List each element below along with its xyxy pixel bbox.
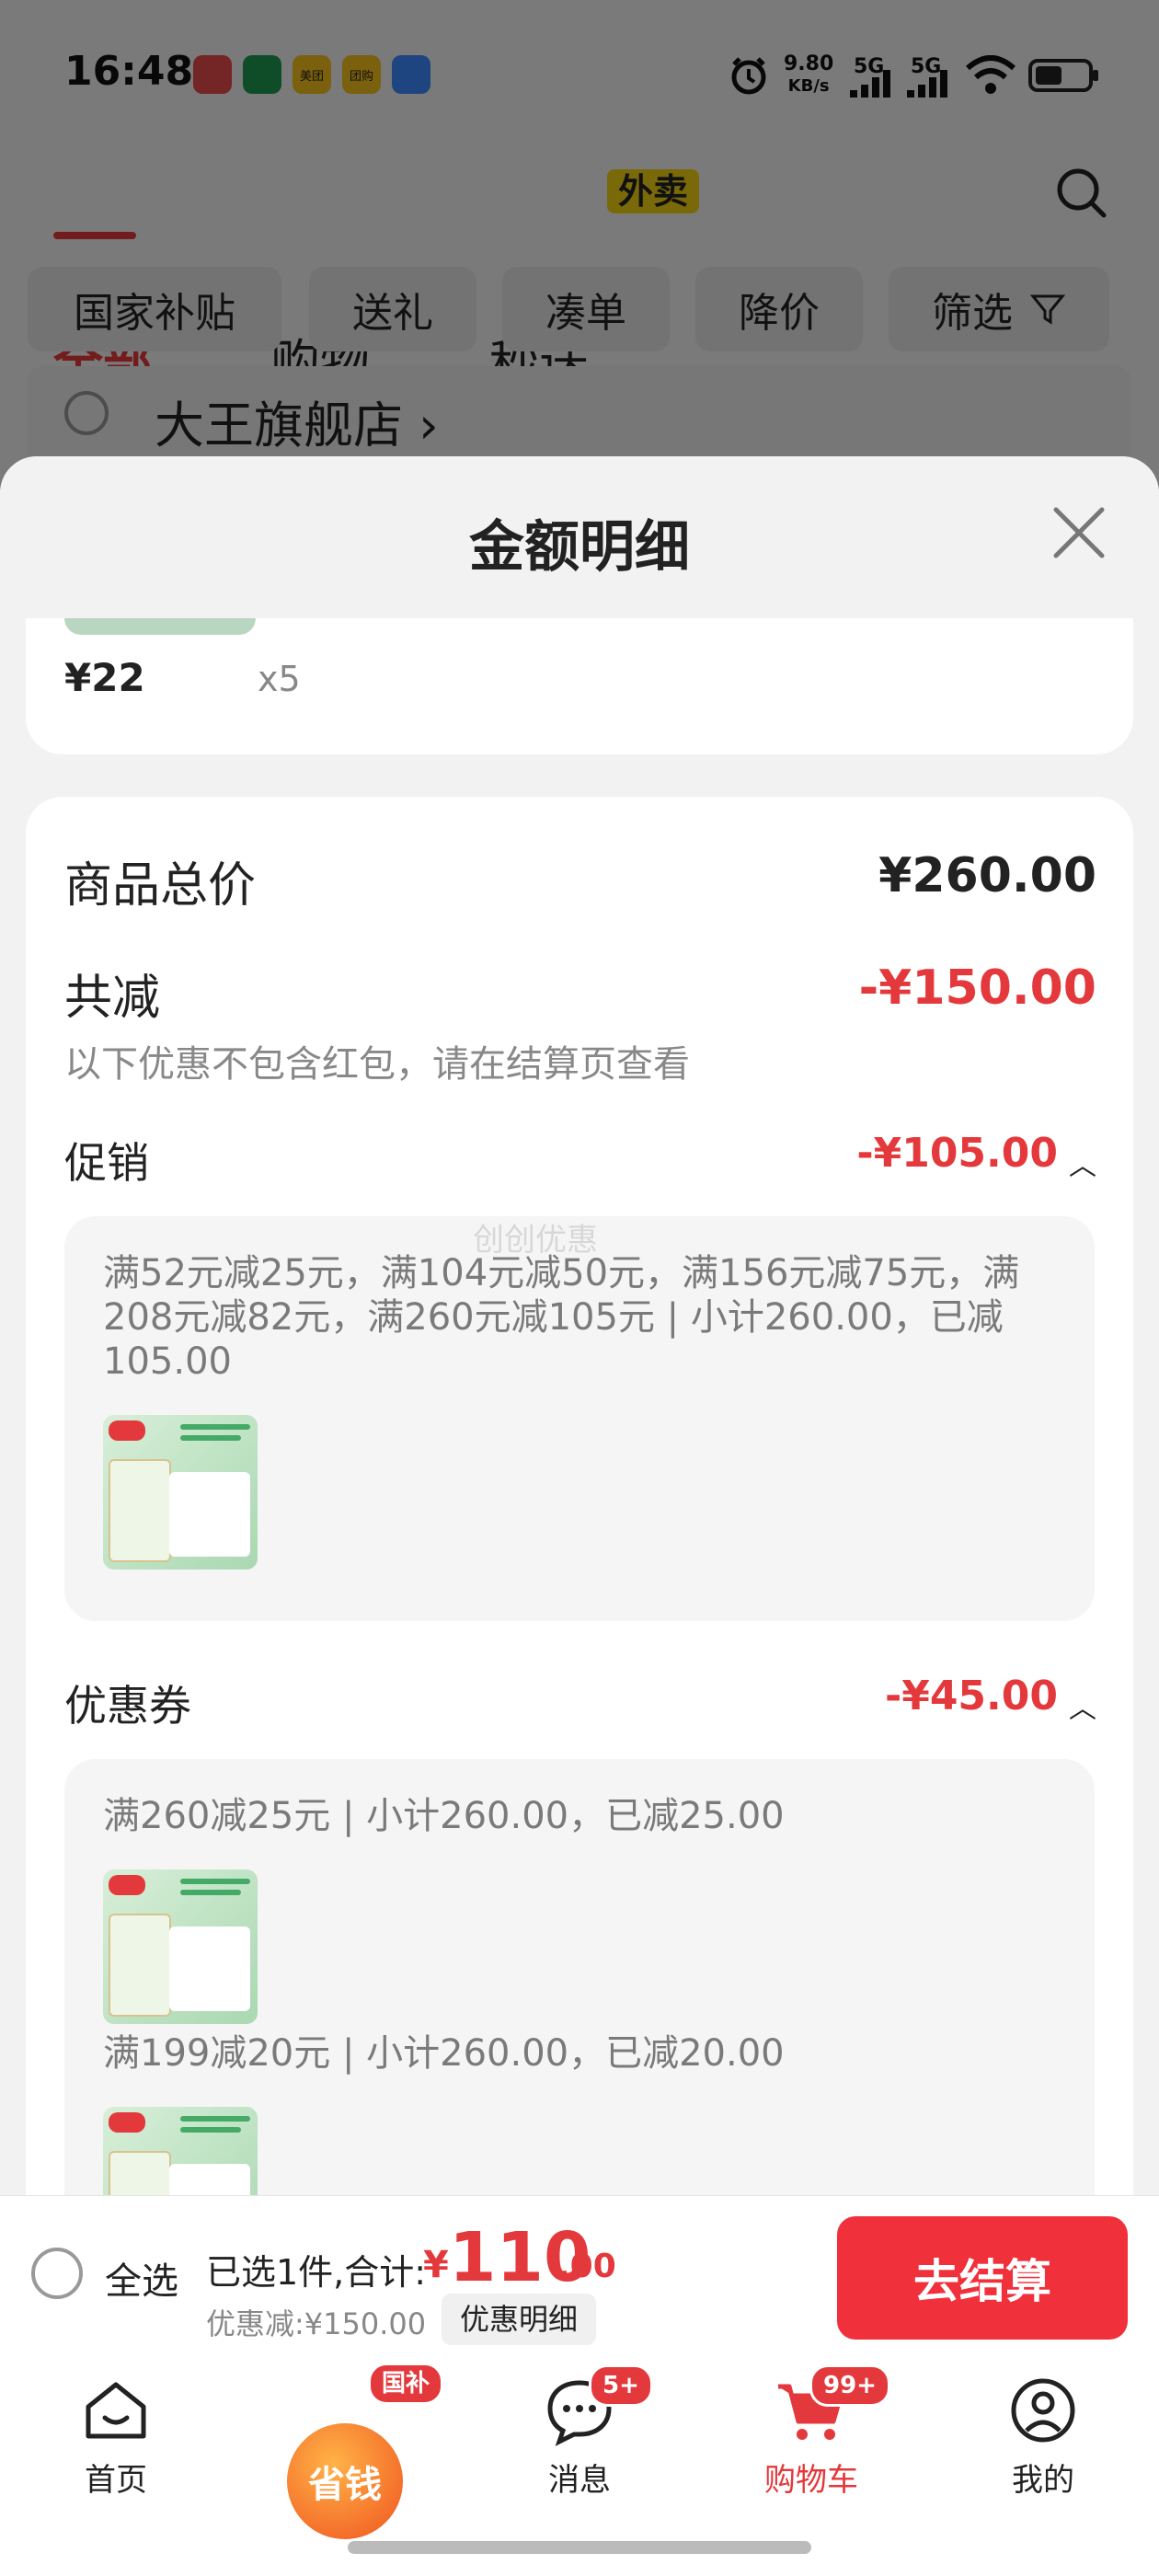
checkout-button[interactable]: 去结算	[837, 2216, 1128, 2340]
home-indicator[interactable]	[348, 2541, 811, 2554]
coupon-value: -¥45.00	[884, 1673, 1058, 1719]
discount-summary: 优惠减:¥150.00	[206, 2306, 427, 2341]
promo-label: 促销	[64, 1138, 149, 1188]
close-icon[interactable]	[1050, 504, 1107, 561]
product-thumbnail	[64, 618, 256, 635]
home-icon	[86, 2382, 146, 2439]
previous-item-card: ¥22 x5	[26, 618, 1133, 754]
tab-label-cart: 购物车	[764, 2462, 858, 2499]
message-badge: 5+	[589, 2364, 653, 2407]
tab-label-mine: 我的	[1012, 2462, 1074, 2499]
watermark: 创创优惠	[473, 1222, 598, 1259]
product-thumbnail[interactable]	[103, 1415, 258, 1570]
item-price: ¥22	[64, 655, 145, 700]
total-currency: ¥	[423, 2244, 449, 2286]
promo-detail-text: 满52元减25元，满104元减50元，满156元减75元，满208元减82元，满…	[103, 1252, 1020, 1383]
coupon-detail-text: 满260减25元 | 小计260.00，已减25.00	[103, 1795, 785, 1837]
item-quantity: x5	[258, 659, 301, 699]
amount-detail-sheet: 金额明细 ¥22 x5 商品总价 ¥260.00 共减 -¥150.00 以下优…	[0, 456, 1159, 2195]
tab-label-messages: 消息	[548, 2462, 611, 2499]
tab-label-home: 首页	[85, 2462, 147, 2499]
product-thumbnail[interactable]	[103, 1869, 258, 2024]
reduction-label: 共减	[64, 971, 161, 1026]
product-thumbnail[interactable]	[103, 2107, 258, 2195]
price-breakdown-card: 商品总价 ¥260.00 共减 -¥150.00 以下优惠不包含红包，请在结算页…	[26, 797, 1133, 2195]
goods-total-label: 商品总价	[64, 858, 257, 914]
cart-badge: 99+	[809, 2364, 890, 2407]
promo-value: -¥105.00	[856, 1130, 1058, 1177]
reduction-value: -¥150.00	[858, 960, 1096, 1016]
national-subsidy-badge: 国补	[368, 2363, 444, 2405]
tab-home[interactable]: 首页	[24, 2357, 208, 2523]
selected-count: 已选1件,合计:	[206, 2252, 427, 2293]
coupon-toggle[interactable]: -¥45.00 ︿	[885, 1673, 1096, 1726]
sheet-title: 金额明细	[469, 515, 690, 580]
promo-toggle[interactable]: -¥105.00 ︿	[856, 1130, 1096, 1183]
select-all-label[interactable]: 全选	[105, 2251, 178, 2305]
reduction-note: 以下优惠不包含红包，请在结算页查看	[64, 1043, 690, 1086]
select-all-radio[interactable]	[31, 2248, 83, 2299]
profile-icon	[1011, 2378, 1075, 2443]
save-money-icon[interactable]: 省钱	[287, 2423, 403, 2539]
sheet-header: 金额明细	[0, 456, 1159, 618]
discount-detail-button[interactable]: 优惠明细	[442, 2294, 597, 2345]
promo-detail-box: 满52元减25元，满104元减50元，满156元减75元，满208元减82元，满…	[64, 1216, 1095, 1621]
goods-total-value: ¥260.00	[878, 848, 1096, 903]
total-decimal: .00	[557, 2248, 616, 2285]
coupon-detail-text: 满199减20元 | 小计260.00，已减20.00	[103, 2032, 785, 2075]
checkout-bar: 全选 已选1件,合计: ¥ 110 .00 优惠减:¥150.00 优惠明细 去…	[0, 2195, 1159, 2358]
tab-mine[interactable]: 我的	[951, 2357, 1135, 2523]
coupon-label: 优惠券	[64, 1681, 191, 1731]
chevron-up-icon: ︿	[1069, 1692, 1096, 1725]
coupon-detail-box: 满260减25元 | 小计260.00，已减25.00 满199减20元 | 小…	[64, 1759, 1095, 2195]
chevron-up-icon: ︿	[1069, 1149, 1096, 1182]
